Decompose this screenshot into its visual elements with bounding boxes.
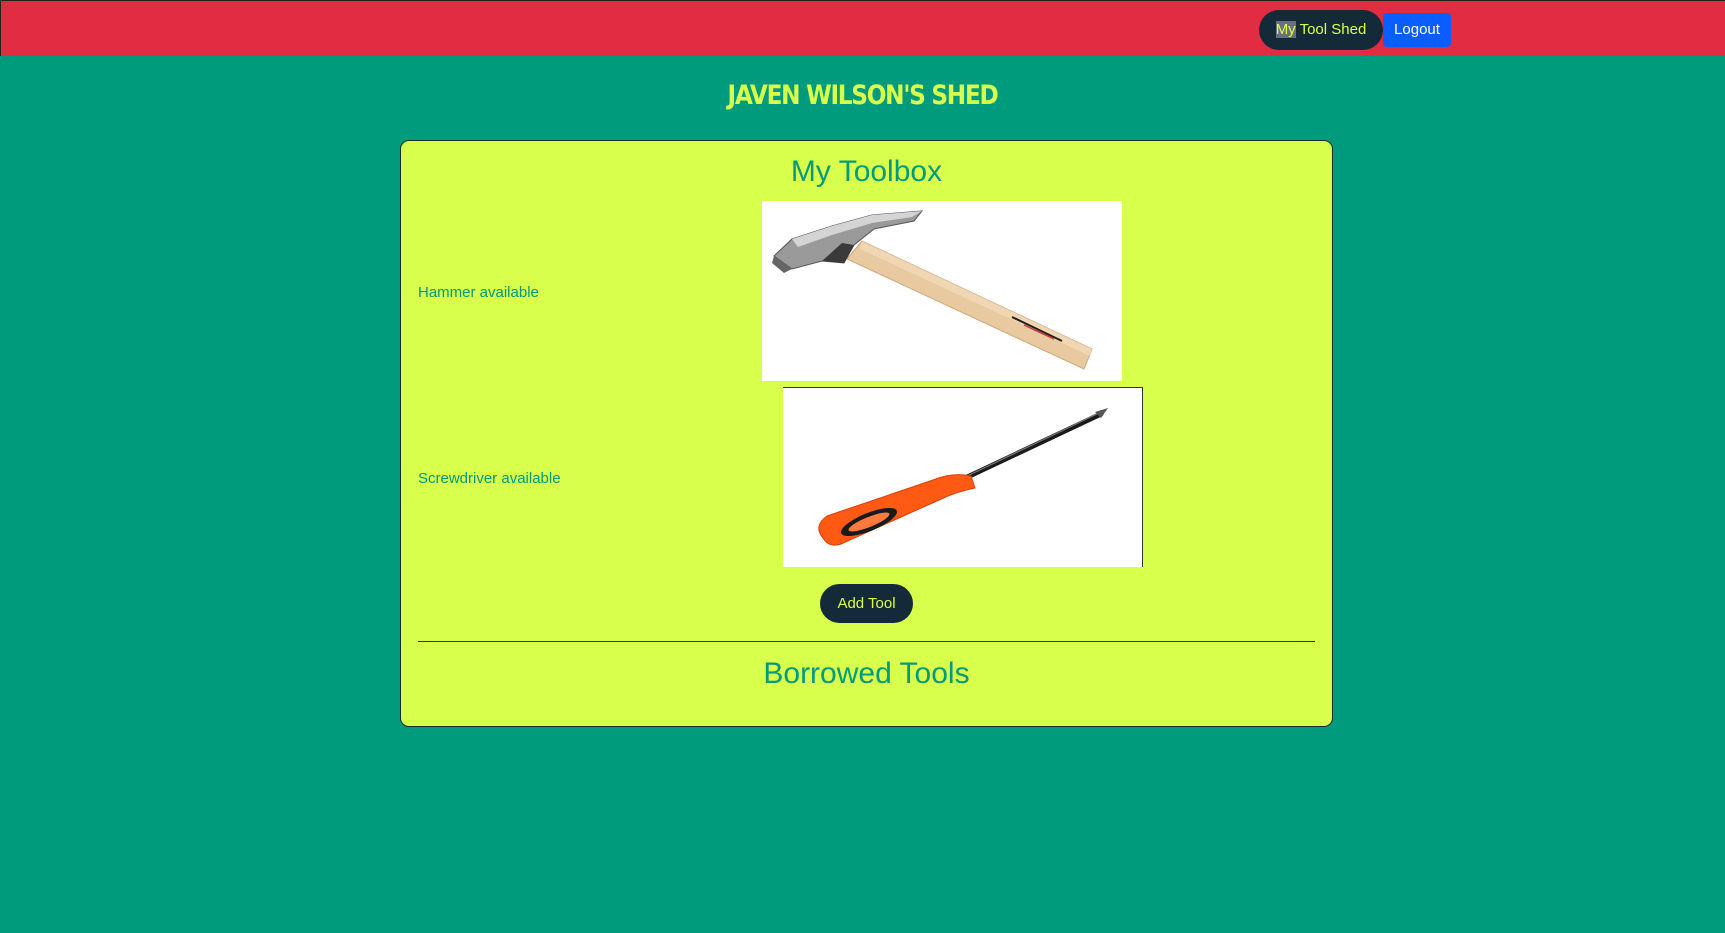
logout-button[interactable]: Logout (1383, 13, 1451, 47)
my-tool-shed-link[interactable]: My Tool Shed (1259, 10, 1383, 50)
add-tool-button[interactable]: Add Tool (820, 584, 913, 623)
toolbox-title: My Toolbox (790, 155, 943, 188)
borrowed-tools-title: Borrowed Tools (763, 657, 970, 690)
shed-owner-title: Javen Wilson's Shed (727, 80, 998, 111)
hammer-image (762, 201, 1122, 381)
section-divider (418, 641, 1315, 642)
tool-label-hammer: Hammer available (418, 284, 539, 301)
top-navbar: My Tool Shed Logout (0, 0, 1725, 56)
my-tool-shed-highlight: My (1275, 21, 1296, 38)
tool-item-screwdriver: Screwdriver available (401, 387, 1332, 567)
my-tool-shed-label: Tool Shed (1295, 21, 1367, 38)
tool-item-hammer: Hammer available (401, 201, 1332, 382)
toolbox-card: My Toolbox Hammer available Screwdriver … (400, 140, 1333, 727)
tool-label-screwdriver: Screwdriver available (418, 470, 561, 487)
screwdriver-image (783, 387, 1143, 567)
